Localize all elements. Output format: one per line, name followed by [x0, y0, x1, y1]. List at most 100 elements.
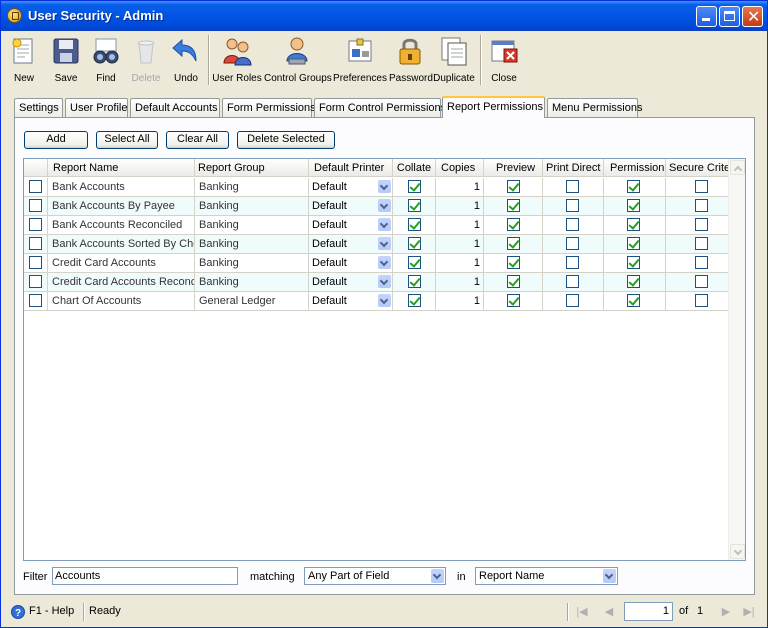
copies-cell[interactable]: 1	[436, 216, 484, 234]
row-select-checkbox[interactable]	[29, 256, 42, 269]
default-printer-select[interactable]: Default	[309, 235, 392, 253]
chevron-down-icon[interactable]	[378, 294, 391, 307]
preview-checkbox[interactable]	[507, 218, 520, 231]
collate-checkbox[interactable]	[408, 275, 421, 288]
row-select-checkbox[interactable]	[29, 180, 42, 193]
row-select-checkbox[interactable]	[29, 275, 42, 288]
chevron-down-icon[interactable]	[378, 180, 391, 193]
default-printer-select[interactable]: Default	[309, 216, 392, 234]
permission-checkbox[interactable]	[627, 180, 640, 193]
duplicate-button[interactable]: Duplicate	[432, 33, 476, 87]
print-direct-checkbox[interactable]	[566, 218, 579, 231]
row-select-checkbox[interactable]	[29, 294, 42, 307]
header-default-printer[interactable]: Default Printer	[309, 159, 393, 177]
print-direct-checkbox[interactable]	[566, 199, 579, 212]
header-collate[interactable]: Collate	[393, 159, 436, 177]
header-report-group[interactable]: Report Group	[195, 159, 309, 177]
secure-criteria-checkbox[interactable]	[695, 256, 708, 269]
tab-default-accounts[interactable]: Default Accounts	[130, 98, 220, 118]
copies-cell[interactable]: 1	[436, 292, 484, 310]
table-row[interactable]: Chart Of Accounts General Ledger Default 1	[24, 292, 735, 311]
chevron-down-icon[interactable]	[378, 256, 391, 269]
close-window-button[interactable]: ✕	[742, 6, 763, 27]
print-direct-checkbox[interactable]	[566, 275, 579, 288]
permission-checkbox[interactable]	[627, 218, 640, 231]
report-group-cell[interactable]: Banking	[195, 273, 309, 291]
report-group-cell[interactable]: General Ledger	[195, 292, 309, 310]
report-group-cell[interactable]: Banking	[195, 178, 309, 196]
print-direct-checkbox[interactable]	[566, 237, 579, 250]
help-icon[interactable]: ?	[11, 605, 25, 619]
table-row[interactable]: Bank Accounts Banking Default 1	[24, 178, 735, 197]
scroll-down-arrow-icon[interactable]	[730, 544, 745, 559]
report-name-cell[interactable]: Credit Card Accounts Reconci	[48, 273, 195, 291]
secure-criteria-checkbox[interactable]	[695, 180, 708, 193]
table-row[interactable]: Bank Accounts By Payee Banking Default 1	[24, 197, 735, 216]
tab-report-permissions[interactable]: Report Permissions	[442, 96, 545, 118]
permission-checkbox[interactable]	[627, 237, 640, 250]
secure-criteria-checkbox[interactable]	[695, 275, 708, 288]
save-button[interactable]: Save	[46, 33, 86, 87]
page-number-input[interactable]: 1	[624, 602, 673, 621]
permission-checkbox[interactable]	[627, 256, 640, 269]
title-bar[interactable]: User Security - Admin ✕	[1, 1, 767, 31]
matching-select[interactable]: Any Part of Field	[304, 567, 446, 585]
copies-cell[interactable]: 1	[436, 235, 484, 253]
default-printer-select[interactable]: Default	[309, 197, 392, 215]
minimize-button[interactable]	[696, 6, 717, 27]
field-select[interactable]: Report Name	[475, 567, 618, 585]
tab-user-profile[interactable]: User Profile	[65, 98, 128, 118]
tab-form-permissions[interactable]: Form Permissions	[222, 98, 316, 118]
table-row[interactable]: Credit Card Accounts Reconci Banking Defau…	[24, 273, 735, 292]
last-page-icon[interactable]: ▶|	[741, 604, 757, 620]
report-group-cell[interactable]: Banking	[195, 235, 309, 253]
tab-settings[interactable]: Settings	[14, 98, 63, 118]
previous-page-icon[interactable]: ◀	[601, 604, 617, 620]
chevron-down-icon[interactable]	[378, 275, 391, 288]
secure-criteria-checkbox[interactable]	[695, 218, 708, 231]
control-groups-button[interactable]: Control Groups	[264, 33, 332, 87]
preferences-button[interactable]: Preferences	[332, 33, 388, 87]
report-name-cell[interactable]: Chart Of Accounts	[48, 292, 195, 310]
close-button[interactable]: Close	[484, 33, 524, 87]
default-printer-select[interactable]: Default	[309, 292, 392, 310]
copies-cell[interactable]: 1	[436, 178, 484, 196]
secure-criteria-checkbox[interactable]	[695, 237, 708, 250]
collate-checkbox[interactable]	[408, 237, 421, 250]
preview-checkbox[interactable]	[507, 199, 520, 212]
default-printer-select[interactable]: Default	[309, 254, 392, 272]
copies-cell[interactable]: 1	[436, 273, 484, 291]
chevron-down-icon[interactable]	[431, 569, 444, 583]
header-copies[interactable]: Copies	[436, 159, 484, 177]
header-print-direct[interactable]: Print Direct	[543, 159, 604, 177]
header-permission[interactable]: Permission	[604, 159, 666, 177]
row-select-checkbox[interactable]	[29, 199, 42, 212]
delete-selected-button[interactable]: Delete Selected	[237, 131, 335, 149]
password-button[interactable]: Password	[389, 33, 433, 87]
add-button[interactable]: Add	[24, 131, 88, 149]
maximize-button[interactable]	[719, 6, 740, 27]
copies-cell[interactable]: 1	[436, 197, 484, 215]
default-printer-select[interactable]: Default	[309, 178, 392, 196]
collate-checkbox[interactable]	[408, 294, 421, 307]
next-page-icon[interactable]: ▶	[718, 604, 734, 620]
help-text[interactable]: F1 - Help	[29, 605, 74, 617]
chevron-down-icon[interactable]	[378, 218, 391, 231]
collate-checkbox[interactable]	[408, 199, 421, 212]
report-name-cell[interactable]: Bank Accounts Sorted By Che	[48, 235, 195, 253]
select-all-button[interactable]: Select All	[96, 131, 158, 149]
undo-button[interactable]: Undo	[166, 33, 206, 87]
preview-checkbox[interactable]	[507, 180, 520, 193]
user-roles-button[interactable]: User Roles	[212, 33, 262, 87]
header-preview[interactable]: Preview	[484, 159, 543, 177]
permission-checkbox[interactable]	[627, 275, 640, 288]
chevron-down-icon[interactable]	[378, 199, 391, 212]
report-name-cell[interactable]: Credit Card Accounts	[48, 254, 195, 272]
print-direct-checkbox[interactable]	[566, 294, 579, 307]
first-page-icon[interactable]: |◀	[574, 604, 590, 620]
permission-checkbox[interactable]	[627, 294, 640, 307]
chevron-down-icon[interactable]	[378, 237, 391, 250]
default-printer-select[interactable]: Default	[309, 273, 392, 291]
report-group-cell[interactable]: Banking	[195, 197, 309, 215]
preview-checkbox[interactable]	[507, 256, 520, 269]
